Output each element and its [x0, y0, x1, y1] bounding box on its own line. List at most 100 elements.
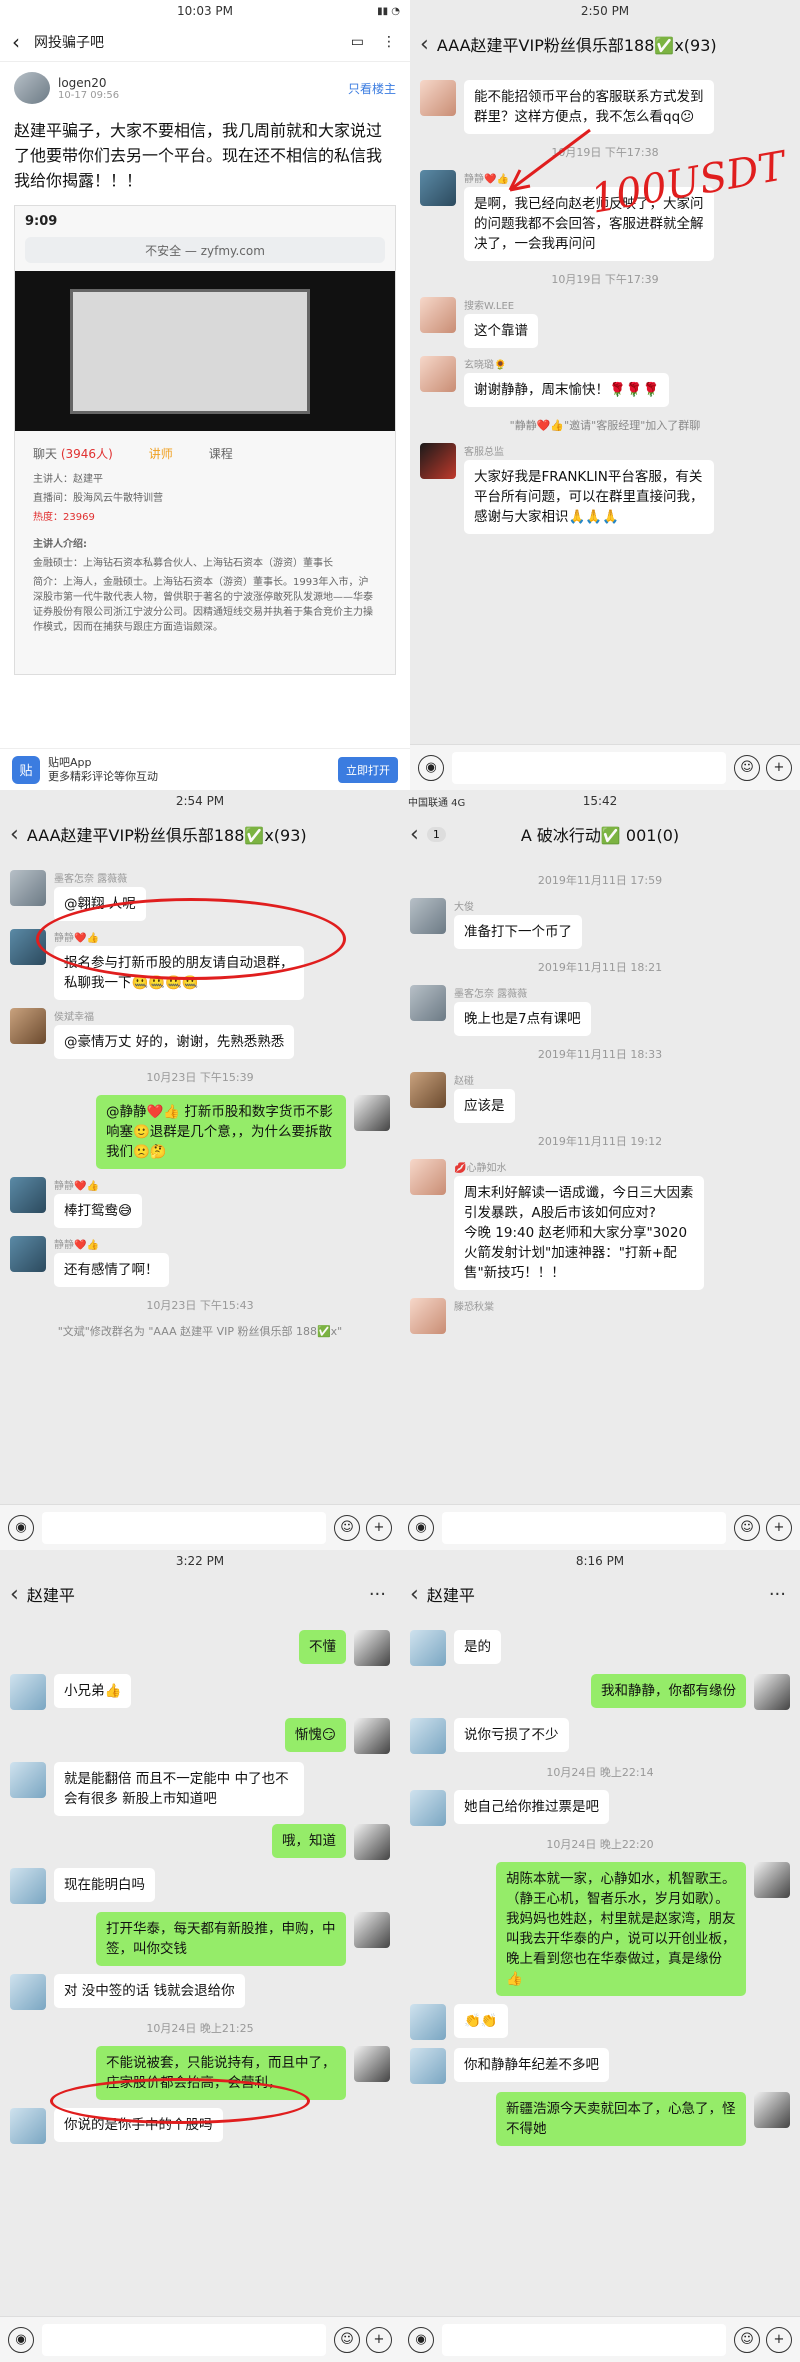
back-icon[interactable]: ‹	[12, 30, 20, 54]
avatar[interactable]	[410, 2004, 446, 2040]
avatar[interactable]	[10, 1762, 46, 1798]
back-icon[interactable]: ‹	[10, 1582, 19, 1607]
avatar[interactable]	[10, 2108, 46, 2144]
emoji-icon[interactable]: ☺	[734, 1514, 760, 1541]
input-bar: ◉ ☺ +	[410, 744, 800, 790]
voice-icon[interactable]: ◉	[8, 1514, 34, 1541]
more-icon[interactable]: ⋮	[382, 34, 396, 50]
avatar[interactable]	[410, 1718, 446, 1754]
avatar[interactable]	[354, 1630, 390, 1666]
status-time: 8:16 PM	[575, 1554, 625, 1568]
avatar[interactable]	[754, 1674, 790, 1710]
avatar[interactable]	[410, 985, 446, 1021]
avatar[interactable]	[410, 898, 446, 934]
back-icon[interactable]: ‹	[410, 1582, 419, 1607]
message: 大俊 准备打下一个币了	[410, 898, 790, 949]
avatar[interactable]	[10, 1868, 46, 1904]
message-input[interactable]	[442, 1511, 726, 1544]
avatar[interactable]	[420, 443, 456, 479]
back-icon[interactable]: ‹	[10, 822, 19, 847]
plus-icon[interactable]: +	[366, 1514, 392, 1541]
voice-icon[interactable]: ◉	[408, 2326, 434, 2353]
message: 客服总监 大家好我是FRANKLIN平台客服，有关平台所有问题，可以在群里直接问我…	[420, 443, 790, 534]
avatar[interactable]	[754, 2092, 790, 2128]
post-text: 赵建平骗子，大家不要相信，我几周前就和大家说过了他要带你们去另一个平台。现在还不…	[14, 121, 383, 190]
avatar[interactable]	[10, 1236, 46, 1272]
avatar[interactable]	[14, 72, 50, 104]
message-text: 周末利好解读一语成谶，今日三大因素引发暴跌，A股后市该如何应对? 今晚 19:4…	[454, 1176, 704, 1290]
only-op-button[interactable]: 只看楼主	[348, 80, 396, 97]
message: 不懂	[10, 1630, 390, 1666]
nickname: 墨客怎奈 露薇薇	[454, 989, 528, 1000]
message-input[interactable]	[42, 2323, 326, 2356]
plus-icon[interactable]: +	[766, 1514, 792, 1541]
avatar[interactable]	[410, 1072, 446, 1108]
avatar[interactable]	[420, 170, 456, 206]
avatar[interactable]	[420, 80, 456, 116]
chat-header: ‹ AAA赵建平VIP粉丝俱乐部188✅x(93)	[0, 812, 400, 856]
message-text: 惭愧😏	[284, 1718, 346, 1752]
message-input[interactable]	[442, 2323, 726, 2356]
message: 滕恐秋棠	[410, 1298, 790, 1334]
emoji-icon[interactable]: ☺	[734, 2326, 760, 2353]
avatar[interactable]	[10, 870, 46, 906]
plus-icon[interactable]: +	[366, 2326, 392, 2353]
nickname: 客服总监	[464, 447, 504, 458]
carrier: 中国联通 4G	[408, 797, 466, 809]
avatar[interactable]	[10, 1674, 46, 1710]
avatar[interactable]	[420, 297, 456, 333]
avatar[interactable]	[410, 2048, 446, 2084]
avatar[interactable]	[10, 1177, 46, 1213]
message-text: 说你亏损了不少	[454, 1718, 569, 1752]
app-name: 贴吧App	[48, 755, 92, 769]
avatar[interactable]	[354, 1095, 390, 1131]
chat-title: 赵建平	[26, 1586, 75, 1605]
avatar[interactable]	[10, 1008, 46, 1044]
plus-icon[interactable]: +	[766, 2326, 792, 2353]
voice-icon[interactable]: ◉	[418, 754, 444, 781]
private-chat-panel-1: 3:22 PM ‹ 赵建平 ··· 不懂 小兄弟👍 惭愧😏 就是能翻倍 而且不一…	[0, 1550, 400, 2362]
avatar[interactable]	[420, 356, 456, 392]
avatar[interactable]	[410, 1298, 446, 1334]
avatar[interactable]	[410, 1630, 446, 1666]
app-banner: 贴 贴吧App 更多精彩评论等你互动 立即打开	[0, 748, 410, 790]
nickname: 静静❤️👍	[54, 1240, 99, 1251]
nickname: 💋心静如水	[454, 1163, 507, 1174]
emoji-icon[interactable]: ☺	[334, 2326, 360, 2353]
emoji-icon[interactable]: ☺	[734, 754, 760, 781]
plus-icon[interactable]: +	[766, 754, 792, 781]
message: 惭愧😏	[10, 1718, 390, 1754]
message-input[interactable]	[452, 751, 726, 784]
avatar[interactable]	[754, 1862, 790, 1898]
timestamp: 10月24日 晚上21:25	[146, 2022, 254, 2035]
voice-icon[interactable]: ◉	[8, 2326, 34, 2353]
message-input[interactable]	[42, 1511, 326, 1544]
avatar[interactable]	[354, 1718, 390, 1754]
message: 打开华泰，每天都有新股推，申购，中签，叫你交钱	[10, 1912, 390, 1966]
avatar[interactable]	[354, 1912, 390, 1948]
avatar[interactable]	[354, 2046, 390, 2082]
emoji-icon[interactable]: ☺	[334, 1514, 360, 1541]
message: 搜索W.LEE 这个靠谱	[420, 297, 790, 348]
shot-url: 不安全 — zyfmy.com	[25, 237, 385, 263]
author-name[interactable]: logen20	[58, 76, 119, 90]
open-app-button[interactable]: 立即打开	[338, 756, 398, 783]
chat-header: ‹ 1 A 破冰行动✅ 001(0)	[400, 812, 800, 856]
message-text: 不懂	[299, 1630, 346, 1664]
more-icon[interactable]: ···	[769, 1584, 786, 1605]
chat-header: ‹ 赵建平 ···	[400, 1572, 800, 1616]
avatar[interactable]	[10, 1974, 46, 2010]
message-text: 还有感情了啊！	[54, 1253, 169, 1287]
avatar[interactable]	[410, 1790, 446, 1826]
status-bar: 8:16 PM	[400, 1550, 800, 1572]
status-time: 10:03 PM	[177, 4, 233, 18]
chat-title: AAA赵建平VIP粉丝俱乐部188✅x(93)	[436, 36, 717, 55]
message-text: 是的	[454, 1630, 501, 1664]
back-icon[interactable]: ‹	[420, 32, 429, 57]
nickname: 搜索W.LEE	[464, 301, 515, 312]
more-icon[interactable]: ···	[369, 1584, 386, 1605]
avatar[interactable]	[354, 1824, 390, 1860]
voice-icon[interactable]: ◉	[408, 1514, 434, 1541]
comment-icon[interactable]: ▭	[351, 34, 364, 50]
avatar[interactable]	[410, 1159, 446, 1195]
